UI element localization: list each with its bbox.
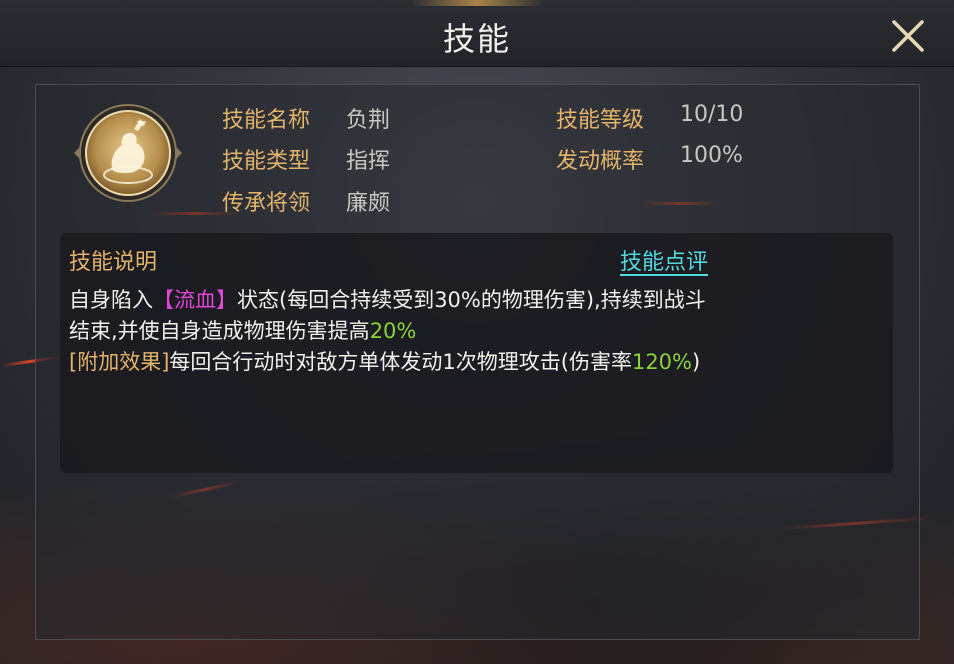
bleed-status-tag: 【流血】 <box>153 288 237 312</box>
description-text: 自身陷入【流血】状态(每回合持续受到30%的物理伤害),持续到战斗 结束,并使自… <box>69 285 869 378</box>
description-segment: ) <box>692 350 701 374</box>
inherit-general-label: 传承将领 <box>222 191 311 216</box>
description-segment: 结束,并使自身造成物理伤害提高 <box>69 319 370 343</box>
fist-warrior-emblem-icon[interactable] <box>74 99 182 207</box>
description-segment: 自身陷入 <box>69 288 153 312</box>
skill-type-value: 指挥 <box>346 149 391 174</box>
skill-name-value: 负荆 <box>346 108 391 133</box>
trigger-rate-value: 100% <box>680 143 743 168</box>
damage-rate-value: 120% <box>631 350 692 374</box>
description-line: 自身陷入【流血】状态(每回合持续受到30%的物理伤害),持续到战斗 <box>69 285 869 316</box>
skill-level-value: 10/10 <box>680 102 744 127</box>
skill-level-label: 技能等级 <box>556 108 645 133</box>
page-title: 技能 <box>442 20 511 58</box>
skill-review-link[interactable]: 技能点评 <box>620 244 708 276</box>
inherit-general-value: 廉颇 <box>346 191 391 216</box>
title-bar: 技能 <box>0 0 954 67</box>
description-line: [附加效果]每回合行动时对敌方单体发动1次物理攻击(伤害率120%) <box>69 347 869 378</box>
trigger-rate-label: 发动概率 <box>556 149 645 174</box>
extra-effect-tag: [附加效果] <box>69 350 170 374</box>
description-segment: 每回合行动时对敌方单体发动1次物理攻击(伤害率 <box>169 350 632 374</box>
skill-type-label: 技能类型 <box>222 149 311 174</box>
description-segment: 状态(每回合持续受到30%的物理伤害),持续到战斗 <box>237 288 706 312</box>
skill-name-label: 技能名称 <box>222 108 311 133</box>
description-title: 技能说明 <box>69 250 158 275</box>
description-line: 结束,并使自身造成物理伤害提高20% <box>69 316 869 347</box>
title-ornament <box>410 0 544 6</box>
damage-bonus-value: 20% <box>369 319 417 343</box>
close-icon[interactable] <box>886 14 930 58</box>
